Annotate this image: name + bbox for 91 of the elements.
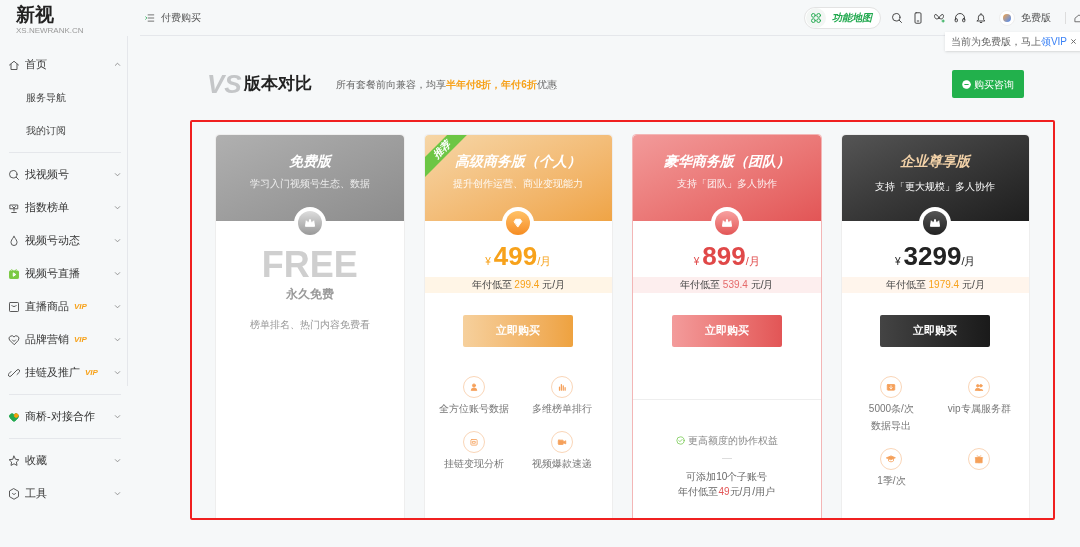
sidebar-icon <box>8 366 20 379</box>
feature-label: 1季/次 <box>877 473 906 487</box>
plan-price: 3299 <box>903 243 962 269</box>
chevron-down-icon <box>114 490 121 497</box>
sidebar-item[interactable]: 直播商品 VIP <box>8 290 121 323</box>
price-unit: /月 <box>745 255 760 269</box>
check-circle-icon <box>675 435 685 445</box>
discount-note: 所有套餐前向兼容，均享半年付8折，年付6折优惠 <box>335 77 557 92</box>
search-icon <box>891 11 903 24</box>
gem-icon <box>506 211 531 235</box>
plan-name: 免费版 <box>288 152 331 171</box>
crown-icon <box>923 211 948 235</box>
vip-link[interactable]: 领VIP <box>1040 36 1067 47</box>
chevron-down-icon <box>114 336 121 343</box>
sidebar-icon <box>8 267 20 280</box>
sidebar-item[interactable]: 挂链及推广 VIP <box>8 356 121 389</box>
sidebar-icon <box>8 234 20 247</box>
currency-symbol: ¥ <box>895 255 901 269</box>
chevron-down-icon <box>114 237 121 244</box>
sidebar-icon <box>8 58 20 71</box>
headset-icon <box>954 11 966 24</box>
currency-symbol: ¥ <box>693 255 700 269</box>
feature-label: 多维榜单排行 <box>532 401 593 415</box>
plan-price: 499 <box>493 243 538 269</box>
crown-icon <box>297 211 322 235</box>
sidebar-icon <box>8 168 20 181</box>
plan-name: 豪华商务版（团队） <box>663 152 790 171</box>
menu-icon <box>145 12 155 23</box>
currency-symbol: ¥ <box>485 255 491 269</box>
price-unit: /月 <box>961 255 976 269</box>
close-icon <box>1071 39 1076 44</box>
chevron-down-icon <box>114 457 121 464</box>
plan-tagline: 学习入门视频号生态、数据 <box>249 177 370 191</box>
sidebar-item[interactable]: 指数榜单 <box>8 191 121 224</box>
breadcrumb: 付费购买 <box>161 11 201 25</box>
sidebar-item[interactable]: 收藏 <box>8 444 121 477</box>
seat-note: 可添加10个子账号 <box>686 469 768 484</box>
sidebar-item[interactable]: 商桥-对接合作 <box>8 400 121 433</box>
plan-price: 899 <box>702 243 746 269</box>
feature-label: 挂链变现分析 <box>444 456 505 470</box>
feature-label: 全方位账号数据 <box>439 401 510 415</box>
sidebar-subitem[interactable]: 服务导航 <box>8 81 121 114</box>
sidebar-item[interactable]: 视频号直播 <box>8 257 121 290</box>
avatar[interactable] <box>999 9 1015 26</box>
grid-icon <box>806 7 826 28</box>
feature-label: 5000条/次 <box>868 401 914 415</box>
sidebar-icon <box>8 300 20 313</box>
plan-name: 企业尊享版 <box>900 152 971 171</box>
phone-icon <box>912 11 924 24</box>
chevron-down-icon <box>114 171 121 178</box>
plan-label[interactable]: 免费版 <box>1021 10 1051 25</box>
chevron-down-icon <box>114 204 121 211</box>
sidebar-item[interactable]: 工具 <box>8 477 121 510</box>
sidebar-icon <box>8 454 20 467</box>
free-label: 永久免费 <box>285 286 334 303</box>
benefit-text: 更高额度的协作权益 <box>687 433 778 448</box>
chevron-up-icon <box>114 61 121 68</box>
chevron-down-icon <box>114 303 121 310</box>
annual-price-text: 年付低至 299.4 元/月 <box>471 278 565 292</box>
section-title: 版本对比 <box>243 73 312 96</box>
price-unit: /月 <box>537 255 552 269</box>
plan-tagline: 提升创作运营、商业变现能力 <box>453 177 584 191</box>
sidebar-icon <box>8 201 20 214</box>
chevron-down-icon <box>114 369 121 376</box>
chevron-down-icon <box>114 413 121 420</box>
plan-tagline: 支持「团队」多人协作 <box>676 177 777 191</box>
feature-label: 数据导出 <box>871 418 912 432</box>
chat-icon <box>962 79 971 89</box>
sidebar-icon <box>8 487 20 500</box>
feature-label: vip专属服务群 <box>947 401 1011 415</box>
sidebar-icon <box>8 333 20 346</box>
feature-label: 视频爆款速递 <box>532 456 593 470</box>
crown-icon <box>714 211 739 235</box>
sidebar-item[interactable]: 视频号动态 <box>8 224 121 257</box>
sidebar-item[interactable]: 找视频号 <box>8 158 121 191</box>
seat-note: 年付低至49元/月/用户 <box>678 484 776 499</box>
sidebar-icon <box>8 410 20 423</box>
sidebar-subitem[interactable]: 我的订阅 <box>8 114 121 147</box>
sidebar-item[interactable]: 品牌营销 VIP <box>8 323 121 356</box>
sidebar-item[interactable]: 首页 <box>8 48 121 81</box>
annual-price-text: 年付低至 1979.4 元/月 <box>885 278 985 292</box>
buy-now-button[interactable]: 立即购买 <box>880 314 991 347</box>
plan-tagline: 支持「更大规模」多人协作 <box>875 180 996 194</box>
chevron-down-icon <box>114 270 121 277</box>
plan-description: 榜单排名、热门内容免费看 <box>249 318 370 332</box>
vip-tooltip-text: 当前为免费版，马上领VIP <box>950 35 1067 49</box>
butterfly-icon <box>933 11 945 24</box>
logo-domain: XS.NEWRANK.CN <box>16 26 85 35</box>
logo-text: 新视 <box>16 4 55 26</box>
bell-icon <box>975 11 987 24</box>
annual-price-text: 年付低至 539.4 元/月 <box>680 278 774 292</box>
